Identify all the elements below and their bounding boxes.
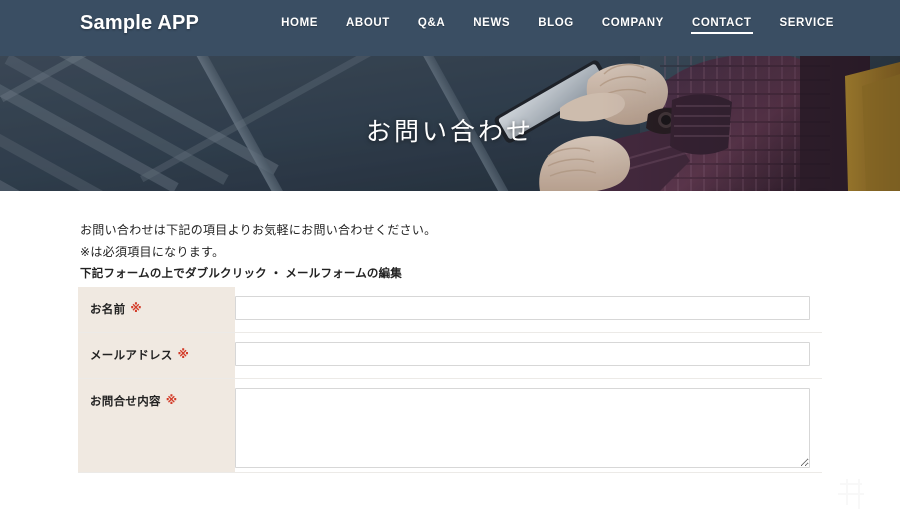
message-textarea[interactable] xyxy=(235,388,810,468)
label-name: お名前 ※ xyxy=(78,287,235,332)
form-edit-note: 下記フォームの上でダブルクリック ・ メールフォームの編集 xyxy=(80,268,402,280)
hero-title: お問い合わせ xyxy=(365,118,534,146)
nav-item-qa[interactable]: Q&A xyxy=(404,17,459,34)
email-input[interactable] xyxy=(235,342,810,366)
main-navigation: HOME ABOUT Q&A NEWS BLOG COMPANY CONTACT… xyxy=(267,17,848,34)
label-email-text: メールアドレス xyxy=(90,350,173,362)
form-row-name: お名前 ※ xyxy=(78,287,822,333)
decorative-artifact xyxy=(838,479,866,509)
contact-form: お名前 ※ メールアドレス ※ お問合せ内容 ※ xyxy=(78,287,822,473)
site-header: Sample APP HOME ABOUT Q&A NEWS BLOG COMP… xyxy=(0,0,900,56)
required-mark-name: ※ xyxy=(130,303,142,315)
label-email: メールアドレス ※ xyxy=(78,333,235,378)
field-message xyxy=(235,379,822,472)
intro-line-1: お問い合わせは下記の項目よりお気軽にお問い合わせください。 xyxy=(80,223,437,237)
nav-item-service[interactable]: SERVICE xyxy=(766,17,848,34)
form-row-message: お問合せ内容 ※ xyxy=(78,379,822,473)
nav-item-contact[interactable]: CONTACT xyxy=(678,17,766,34)
intro-text: お問い合わせは下記の項目よりお気軽にお問い合わせください。 ※は必須項目になりま… xyxy=(80,219,436,263)
field-name xyxy=(235,287,822,332)
form-row-email: メールアドレス ※ xyxy=(78,333,822,379)
label-message: お問合せ内容 ※ xyxy=(78,379,235,472)
label-name-text: お名前 xyxy=(90,304,126,316)
site-logo[interactable]: Sample APP xyxy=(80,12,199,35)
nav-item-news[interactable]: NEWS xyxy=(459,17,524,34)
intro-line-2: ※は必須項目になります。 xyxy=(80,245,225,259)
nav-item-blog[interactable]: BLOG xyxy=(524,17,588,34)
nav-item-company[interactable]: COMPANY xyxy=(588,17,678,34)
contact-page: Sample APP HOME ABOUT Q&A NEWS BLOG COMP… xyxy=(0,0,900,523)
hero-banner: お問い合わせ SAMPLE xyxy=(0,56,900,191)
required-mark-email: ※ xyxy=(177,349,190,361)
name-input[interactable] xyxy=(235,296,810,320)
field-email xyxy=(235,333,822,378)
hero-watermark: SAMPLE xyxy=(708,186,828,191)
label-message-text: お問合せ内容 xyxy=(90,396,161,408)
nav-item-about[interactable]: ABOUT xyxy=(332,17,404,34)
nav-item-home[interactable]: HOME xyxy=(267,17,332,34)
required-mark-message: ※ xyxy=(165,395,178,407)
